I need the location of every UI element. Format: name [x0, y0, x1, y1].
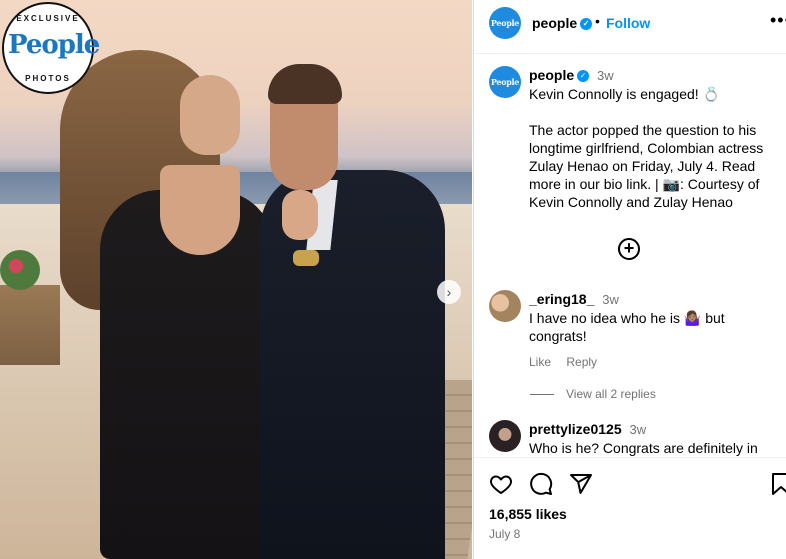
caption-avatar[interactable]: People — [489, 66, 521, 98]
chevron-right-icon: › — [446, 284, 452, 300]
comment-time[interactable]: 3w — [630, 422, 647, 437]
heart-icon[interactable] — [489, 472, 513, 496]
comment-text: I have no idea who he is 🤷🏽‍♀️ but congr… — [529, 310, 725, 344]
photo-woman-face — [180, 75, 240, 155]
verified-badge-icon: ✓ — [580, 18, 593, 31]
comment-reply-button[interactable]: Reply — [566, 355, 597, 369]
comment-body: prettylize0125 3w Who is he? Congrats ar… — [529, 420, 779, 457]
photo-woman-shoulders — [160, 165, 240, 255]
post-header: People people✓ • Follow ••• — [474, 0, 786, 54]
post-details-panel: People people✓ • Follow ••• People peopl… — [473, 0, 786, 559]
caption-username[interactable]: people — [529, 67, 574, 83]
post-date[interactable]: July 8 — [489, 527, 520, 541]
caption-avatar-logo-text: People — [490, 77, 520, 87]
carousel-next-button[interactable]: › — [437, 280, 461, 304]
load-more-comments-icon[interactable]: + — [618, 238, 640, 260]
comment-body: _ering18_ 3w I have no idea who he is 🤷🏽… — [529, 290, 779, 371]
likes-count[interactable]: 16,855 likes — [489, 506, 567, 522]
view-replies-button[interactable]: View all 2 replies — [530, 387, 656, 401]
photo-hand-with-ring — [282, 190, 318, 240]
author-username-text: people — [532, 15, 578, 31]
badge-bottom-text: PHOTOS — [25, 74, 71, 83]
photo-planter — [0, 285, 60, 365]
comment-username[interactable]: prettylize0125 — [529, 421, 622, 437]
share-icon[interactable] — [569, 472, 593, 496]
more-options-icon[interactable]: ••• — [770, 10, 786, 31]
comment-text: Who is he? Congrats are definitely in — [529, 440, 758, 456]
action-bar — [489, 472, 786, 498]
comment-icon[interactable] — [529, 472, 553, 496]
author-username[interactable]: people ✓ — [532, 15, 593, 31]
photo-flowers — [0, 250, 40, 290]
post-photo[interactable]: EXCLUSIVE People PHOTOS › — [0, 0, 472, 559]
caption-body: people ✓ 3w Kevin Connolly is engaged! 💍 … — [529, 66, 779, 211]
avatar[interactable] — [489, 420, 521, 452]
caption-time[interactable]: 3w — [597, 68, 614, 83]
avatar[interactable] — [489, 290, 521, 322]
replies-divider — [530, 394, 554, 396]
photo-watch — [293, 250, 319, 266]
caption-line-2: The actor popped the question to his lon… — [529, 122, 764, 210]
badge-top-text: EXCLUSIVE — [16, 14, 80, 23]
verified-badge-icon: ✓ — [577, 70, 590, 83]
post-footer: 16,855 likes July 8 — [474, 457, 786, 559]
comment-actions: Like Reply — [529, 353, 779, 371]
avatar[interactable]: People — [489, 7, 521, 39]
follow-button[interactable]: Follow — [606, 15, 650, 31]
avatar-logo-text: People — [490, 18, 520, 28]
badge-people-logo: People — [8, 30, 100, 60]
photo-man-hair — [268, 64, 342, 104]
view-replies-label: View all 2 replies — [566, 387, 656, 401]
comment-username[interactable]: _ering18_ — [529, 291, 594, 307]
comment-like-button[interactable]: Like — [529, 355, 551, 369]
comment-time[interactable]: 3w — [602, 292, 619, 307]
exclusive-photos-badge: EXCLUSIVE People PHOTOS — [2, 2, 100, 94]
bookmark-icon[interactable] — [769, 472, 786, 496]
separator-dot: • — [595, 13, 600, 29]
caption-line-1: Kevin Connolly is engaged! 💍 — [529, 86, 720, 102]
